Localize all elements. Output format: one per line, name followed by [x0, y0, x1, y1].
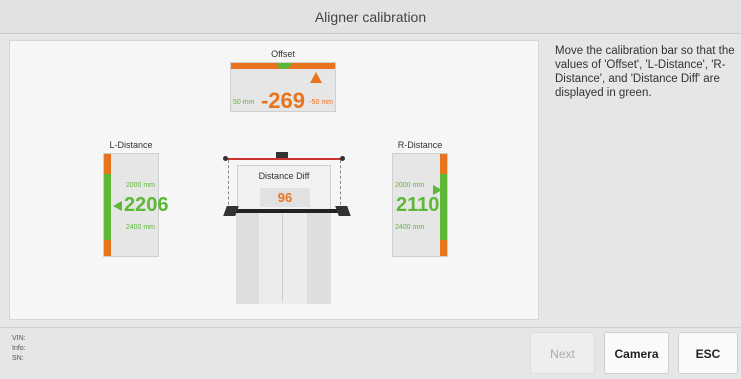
l-distance-value: 2206 — [124, 194, 169, 216]
r-distance-value: 2110 — [396, 194, 440, 216]
calibration-bar — [233, 209, 341, 213]
l-distance-min-label: 2000 mm — [125, 182, 155, 189]
r-distance-scale-bar — [440, 154, 447, 256]
window-title: Aligner calibration — [314, 9, 427, 25]
info-label: Info: — [12, 345, 26, 352]
camera-button[interactable]: Camera — [604, 332, 669, 374]
offset-label: Offset — [271, 49, 295, 59]
title-bar: Aligner calibration — [0, 0, 741, 34]
distance-line-right — [340, 160, 341, 210]
l-distance-gauge: 2000 mm 2206 2400 mm — [103, 153, 169, 257]
distance-diff-value: 96 — [260, 188, 310, 207]
vehicle-centerline — [282, 214, 283, 302]
instructions-text: Move the calibration bar so that the val… — [555, 45, 735, 99]
l-distance-scale-bar — [104, 154, 111, 256]
camera-icon — [276, 152, 288, 158]
sn-label: SN: — [12, 355, 24, 362]
r-distance-max-label: 2400 mm — [395, 224, 425, 231]
distance-diff-gauge: Distance Diff 96 — [237, 165, 331, 213]
distance-diff-label: Distance Diff — [258, 171, 310, 181]
vin-label: VIN: — [12, 335, 26, 342]
offset-max-label: -50 mm — [309, 99, 333, 106]
r-distance-gauge: 2000 mm 2110 2400 mm — [392, 153, 448, 257]
l-distance-max-label: 2400 mm — [125, 224, 155, 231]
r-distance-target-zone — [440, 174, 447, 240]
l-distance-pointer-icon — [113, 201, 122, 211]
offset-gauge: 50 mm -269 -50 mm — [230, 62, 336, 113]
vehicle-body — [259, 212, 307, 304]
l-distance-target-zone — [104, 174, 111, 240]
lift-rail-right — [307, 212, 331, 304]
distance-line-left — [228, 160, 229, 210]
camera-beam — [226, 158, 342, 160]
r-distance-label: R-Distance — [397, 140, 443, 150]
esc-button[interactable]: ESC — [678, 332, 738, 374]
l-distance-label: L-Distance — [109, 140, 153, 150]
r-distance-min-label: 2000 mm — [395, 182, 425, 189]
next-button[interactable]: Next — [530, 332, 595, 374]
lift-rail-left — [236, 212, 260, 304]
offset-pointer-icon — [310, 72, 322, 83]
offset-value: -269 — [260, 88, 306, 113]
